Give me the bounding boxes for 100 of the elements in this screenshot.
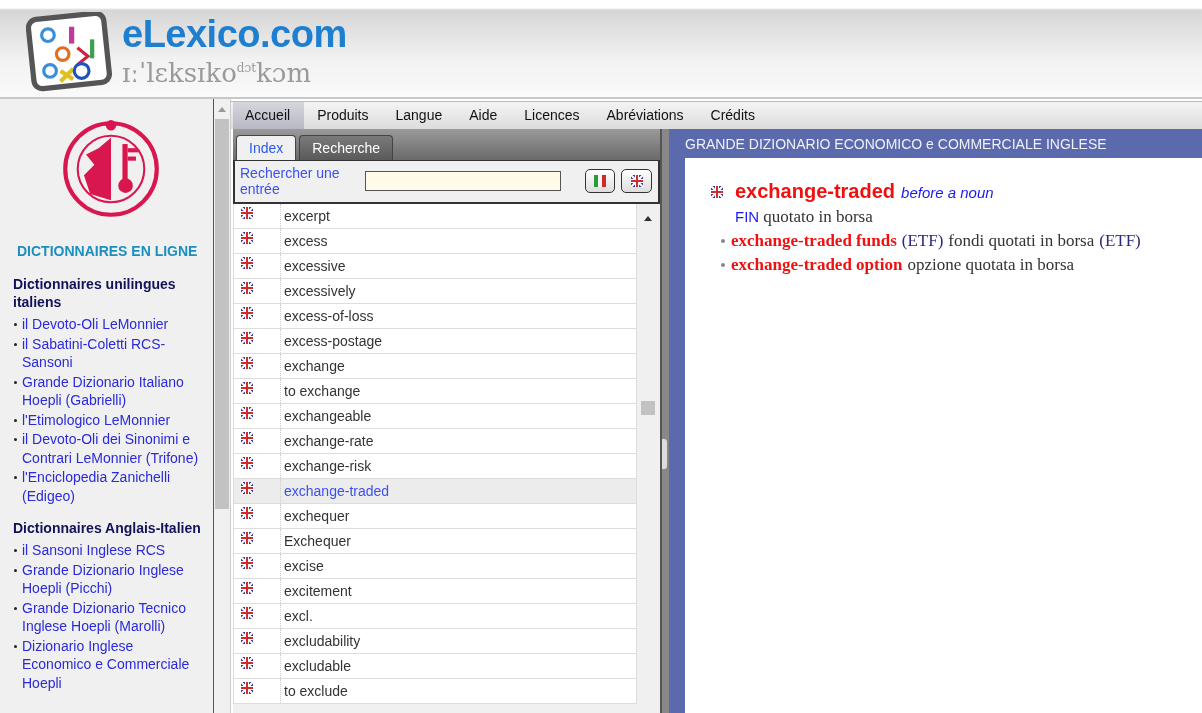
- dictionary-link[interactable]: Grande Dizionario Inglese Hoepli (Picchi): [22, 560, 200, 598]
- menu-item[interactable]: Produits: [305, 102, 383, 129]
- dictionary-link[interactable]: l'Enciclopedia Zanichelli (Edigeo): [22, 468, 200, 505]
- field-label: FIN: [735, 208, 760, 225]
- uk-flag-icon: [241, 382, 253, 394]
- index-row[interactable]: exchequer: [233, 504, 637, 529]
- index-row[interactable]: excitement: [233, 579, 637, 604]
- bullet-icon: [721, 263, 725, 267]
- bullet-icon: [14, 549, 17, 552]
- uk-flag-icon: [241, 532, 253, 544]
- bullet-icon: [14, 380, 17, 384]
- scrollbar-thumb[interactable]: [215, 119, 229, 509]
- section-title: Dictionnaires Anglais-Italien: [13, 519, 202, 537]
- bullet-icon: [14, 418, 17, 422]
- bullet-icon: [14, 568, 17, 572]
- menu-item[interactable]: Crédits: [698, 102, 769, 129]
- menu-item[interactable]: Aide: [457, 102, 512, 129]
- section-title: Dictionnaires unilingues italiens: [13, 275, 177, 311]
- uk-flag-icon: [241, 682, 253, 694]
- index-row[interactable]: excessively: [233, 279, 637, 304]
- uk-flag-icon: [241, 332, 253, 344]
- dictionary-link[interactable]: il Sansoni Inglese RCS: [22, 541, 200, 560]
- dictionary-link[interactable]: il Devoto-Oli LeMonnier: [22, 315, 200, 334]
- index-row[interactable]: excess: [233, 229, 637, 254]
- uk-flag-icon: [241, 357, 253, 369]
- index-row[interactable]: excl.: [233, 604, 637, 629]
- headword: exchange-traded: [735, 180, 896, 203]
- uk-flag-icon: [241, 632, 253, 644]
- uk-flag-icon: [241, 582, 253, 594]
- italian-flag-icon: [593, 175, 606, 187]
- uk-flag-icon: [241, 232, 253, 244]
- index-row[interactable]: excludable: [233, 654, 637, 679]
- index-row[interactable]: exchange: [233, 354, 637, 379]
- phrase-text: exchange-traded funds: [731, 231, 897, 251]
- phrase-text: exchange-traded option: [731, 255, 903, 275]
- bullet-icon: [14, 606, 17, 610]
- phrase-text: (ETF): [901, 231, 944, 251]
- bullet-icon: [14, 323, 17, 326]
- collapse-handle[interactable]: [662, 439, 667, 469]
- dictionary-title: GRANDE DIZIONARIO ECONOMICO e COMMERCIALE INGLESE: [684, 135, 1108, 154]
- index-row[interactable]: Exchequer: [233, 529, 637, 554]
- index-row[interactable]: to exchange: [233, 379, 637, 404]
- dictionary-link[interactable]: Grande Dizionario Italiano Hoepli (Gabrielli): [22, 372, 200, 410]
- tab[interactable]: Index: [236, 135, 297, 160]
- uk-flag-icon: [241, 432, 253, 444]
- pane-splitter[interactable]: [662, 129, 669, 713]
- bullet-icon: [14, 644, 17, 648]
- site-name: eLexico.com: [122, 14, 347, 55]
- index-row[interactable]: excludability: [233, 629, 637, 654]
- index-row[interactable]: excessive: [233, 254, 637, 279]
- uk-flag-icon: [630, 175, 643, 187]
- index-row[interactable]: excess-postage: [233, 329, 637, 354]
- uk-flag-icon: [241, 307, 253, 319]
- index-row[interactable]: excerpt: [233, 204, 637, 229]
- grammar-note: before a noun: [901, 184, 994, 201]
- uk-flag-icon: [241, 407, 253, 419]
- search-field[interactable]: [364, 171, 561, 191]
- dictionary-link[interactable]: Dizionario Inglese Economico e Commerciale Hoepli: [22, 636, 200, 692]
- phrase-text: fondi quotati in borsa: [948, 231, 1095, 251]
- menu-item[interactable]: Abréviations: [594, 102, 698, 129]
- uk-flag-icon: [241, 507, 253, 519]
- uk-flag-icon: [241, 657, 253, 669]
- uk-flag-icon: [241, 607, 253, 619]
- site-phonetic: ɪːˈlɛksɪko$^{dɔt}$kɔm: [122, 56, 313, 87]
- menu-item[interactable]: Langue: [383, 102, 457, 129]
- bullet-icon: [721, 239, 725, 243]
- uk-flag-icon: [241, 457, 253, 469]
- index-row[interactable]: excess-of-loss: [233, 304, 637, 329]
- logo-icon: [26, 11, 112, 92]
- page-scrollbar[interactable]: [214, 99, 231, 713]
- menu-item[interactable]: Licences: [512, 102, 594, 129]
- dictionary-link[interactable]: l'Etimologico LeMonnier: [22, 410, 200, 429]
- index-row[interactable]: exchange-risk: [233, 454, 637, 479]
- phrase-text: (ETF): [1099, 231, 1141, 251]
- uk-flag-icon: [241, 282, 253, 294]
- dictionary-link[interactable]: Grande Dizionario Tecnico Inglese Hoepli (Marolli): [22, 598, 200, 636]
- tab[interactable]: Recherche: [299, 135, 393, 160]
- bullet-icon: [14, 476, 17, 479]
- dictionary-link[interactable]: il Sabatini-Coletti RCS-Sansoni: [22, 334, 200, 372]
- italian-flag-button[interactable]: [584, 169, 616, 193]
- menu-item[interactable]: Accueil: [233, 102, 305, 129]
- bullet-icon: [14, 438, 17, 441]
- sidebar-heading: DICTIONNAIRES EN LIGNE: [17, 243, 199, 259]
- scroll-up-icon[interactable]: [644, 216, 652, 221]
- uk-flag-button[interactable]: [621, 169, 652, 193]
- index-row[interactable]: to exclude: [233, 679, 637, 704]
- scrollbar-thumb[interactable]: [641, 401, 655, 415]
- index-row[interactable]: excise: [233, 554, 637, 579]
- index-row[interactable]: exchangeable: [233, 404, 637, 429]
- uk-flag-icon: [711, 186, 723, 198]
- uk-flag-icon: [241, 207, 253, 219]
- dictionary-link[interactable]: il Devoto-Oli dei Sinonimi e Contrari LeMonnier (Trifone): [22, 430, 200, 467]
- translation: quotato in borsa: [763, 207, 873, 226]
- index-row[interactable]: exchange-rate: [233, 429, 637, 454]
- phrase-text: opzione quotata in borsa: [907, 255, 1075, 275]
- search-label: Rechercher une entrée: [240, 165, 341, 197]
- bullet-icon: [14, 342, 17, 346]
- uk-flag-icon: [241, 557, 253, 569]
- uk-flag-icon: [241, 482, 253, 494]
- index-row[interactable]: exchange-traded: [233, 479, 637, 504]
